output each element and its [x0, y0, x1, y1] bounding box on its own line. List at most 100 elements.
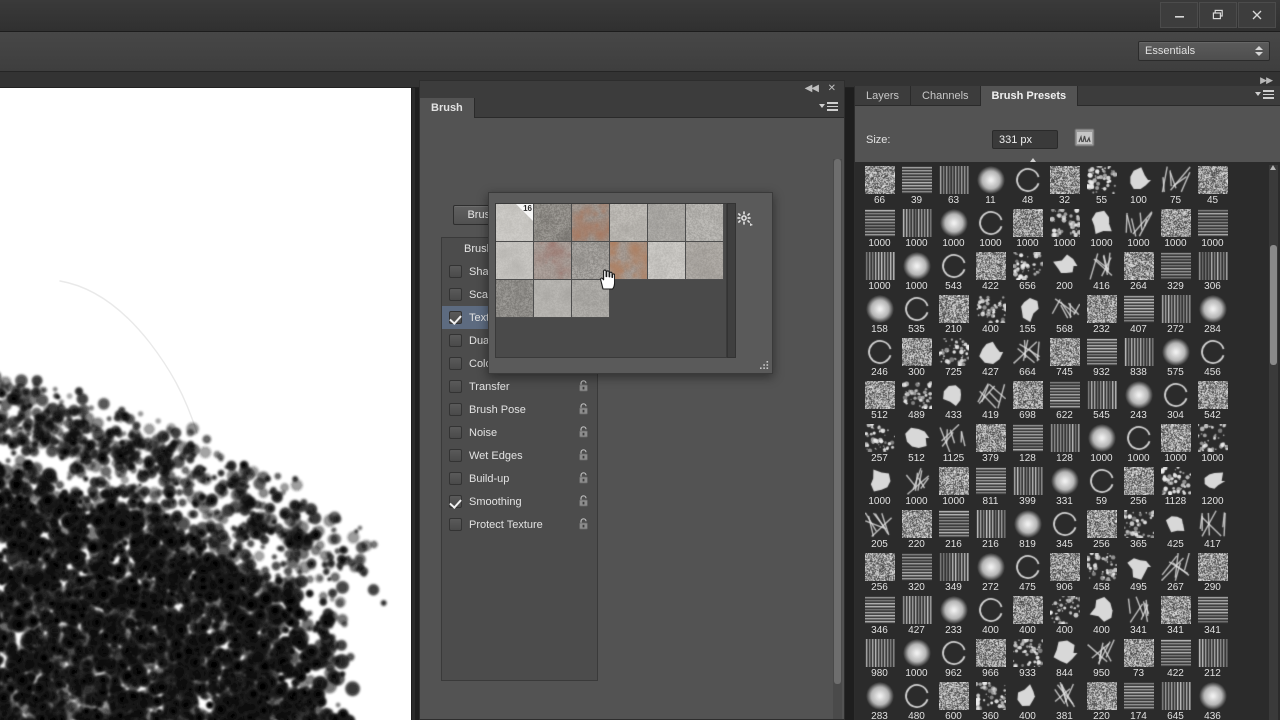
minimize-button[interactable] — [1160, 2, 1198, 28]
brush-preset-item[interactable]: 329 — [1157, 251, 1194, 294]
brush-preset-item[interactable]: 210 — [935, 294, 972, 337]
brush-preset-item[interactable]: 819 — [1009, 509, 1046, 552]
texture-swatch[interactable] — [610, 242, 648, 280]
brush-preset-item[interactable]: 622 — [1046, 380, 1083, 423]
brush-preset-item[interactable]: 346 — [861, 595, 898, 638]
brush-preset-item[interactable]: 63 — [935, 165, 972, 208]
brush-preset-item[interactable]: 433 — [935, 380, 972, 423]
brush-preset-item[interactable]: 745 — [1046, 337, 1083, 380]
brush-preset-item[interactable]: 345 — [1046, 509, 1083, 552]
brush-preset-item[interactable]: 1000 — [861, 466, 898, 509]
brush-panel-scrollbar[interactable] — [833, 159, 842, 719]
brush-preset-item[interactable]: 400 — [1009, 681, 1046, 720]
texture-swatch[interactable]: 16 — [496, 204, 534, 242]
brush-preset-item[interactable]: 55 — [1083, 165, 1120, 208]
brush-preset-item[interactable]: 456 — [1194, 337, 1231, 380]
brush-manager-icon[interactable] — [1074, 127, 1095, 148]
brush-preset-item[interactable]: 427 — [972, 337, 1009, 380]
brush-preset-item[interactable]: 75 — [1157, 165, 1194, 208]
texture-swatch[interactable] — [496, 242, 534, 280]
brush-preset-item[interactable]: 400 — [1046, 595, 1083, 638]
brush-preset-item[interactable]: 950 — [1083, 638, 1120, 681]
brush-preset-item[interactable]: 906 — [1046, 552, 1083, 595]
brush-panel-menu-icon[interactable] — [819, 102, 838, 111]
brush-preset-item[interactable]: 73 — [1120, 638, 1157, 681]
brush-preset-item[interactable]: 419 — [972, 380, 1009, 423]
lock-icon[interactable] — [578, 518, 589, 530]
brush-preset-item[interactable]: 838 — [1120, 337, 1157, 380]
restore-button[interactable] — [1199, 2, 1237, 28]
brush-preset-item[interactable]: 1128 — [1157, 466, 1194, 509]
brush-preset-item[interactable]: 128 — [1046, 423, 1083, 466]
brush-preset-item[interactable]: 512 — [898, 423, 935, 466]
brush-preset-item[interactable]: 284 — [1194, 294, 1231, 337]
brush-preset-item[interactable]: 400 — [972, 294, 1009, 337]
option-checkbox[interactable] — [449, 334, 462, 347]
option-checkbox[interactable] — [449, 380, 462, 393]
brush-preset-item[interactable]: 545 — [1083, 380, 1120, 423]
brush-preset-item[interactable]: 381 — [1046, 681, 1083, 720]
tab-brush-presets[interactable]: Brush Presets — [980, 86, 1079, 106]
option-checkbox[interactable] — [449, 472, 462, 485]
texture-swatch[interactable] — [534, 242, 572, 280]
brush-option-smoothing[interactable]: Smoothing — [442, 490, 597, 513]
brush-preset-item[interactable]: 480 — [898, 681, 935, 720]
brush-preset-item[interactable]: 379 — [972, 423, 1009, 466]
brush-preset-item[interactable]: 1000 — [898, 208, 935, 251]
brush-preset-item[interactable]: 422 — [1157, 638, 1194, 681]
brush-preset-item[interactable]: 475 — [1009, 552, 1046, 595]
brush-preset-item[interactable]: 272 — [1157, 294, 1194, 337]
brush-preset-item[interactable]: 216 — [935, 509, 972, 552]
texture-swatch[interactable] — [572, 204, 610, 242]
brush-preset-item[interactable]: 59 — [1083, 466, 1120, 509]
brush-preset-item[interactable]: 306 — [1194, 251, 1231, 294]
brush-preset-item[interactable]: 568 — [1046, 294, 1083, 337]
brush-preset-item[interactable]: 1000 — [1083, 208, 1120, 251]
brush-preset-item[interactable]: 1000 — [1046, 208, 1083, 251]
brush-preset-item[interactable]: 341 — [1194, 595, 1231, 638]
brush-preset-item[interactable]: 1125 — [935, 423, 972, 466]
lock-icon[interactable] — [578, 472, 589, 484]
brush-preset-item[interactable]: 495 — [1120, 552, 1157, 595]
brush-preset-item[interactable]: 458 — [1083, 552, 1120, 595]
brush-preset-item[interactable]: 400 — [1009, 595, 1046, 638]
texture-grid-scrollbar[interactable] — [727, 203, 736, 358]
brush-preset-item[interactable]: 1000 — [898, 251, 935, 294]
tab-layers[interactable]: Layers — [855, 86, 912, 106]
brush-preset-item[interactable]: 542 — [1194, 380, 1231, 423]
brush-preset-item[interactable]: 416 — [1083, 251, 1120, 294]
texture-swatch[interactable] — [686, 242, 724, 280]
brush-preset-item[interactable]: 246 — [861, 337, 898, 380]
lock-icon[interactable] — [578, 449, 589, 461]
brush-preset-item[interactable]: 243 — [1120, 380, 1157, 423]
brush-preset-item[interactable]: 811 — [972, 466, 1009, 509]
brush-preset-item[interactable]: 1000 — [1083, 423, 1120, 466]
option-checkbox[interactable] — [449, 403, 462, 416]
brush-preset-item[interactable]: 535 — [898, 294, 935, 337]
brush-preset-item[interactable]: 422 — [972, 251, 1009, 294]
texture-swatch[interactable] — [610, 204, 648, 242]
brush-preset-item[interactable]: 233 — [935, 595, 972, 638]
brush-preset-item[interactable]: 1000 — [861, 208, 898, 251]
brush-preset-item[interactable]: 425 — [1157, 509, 1194, 552]
brush-preset-item[interactable]: 1000 — [1120, 423, 1157, 466]
brush-preset-item[interactable]: 220 — [1083, 681, 1120, 720]
brush-preset-item[interactable]: 264 — [1120, 251, 1157, 294]
brush-preset-item[interactable]: 331 — [1046, 466, 1083, 509]
brush-preset-item[interactable]: 1000 — [1157, 208, 1194, 251]
lock-icon[interactable] — [578, 403, 589, 415]
brush-preset-item[interactable]: 158 — [861, 294, 898, 337]
brush-preset-item[interactable]: 1000 — [861, 251, 898, 294]
brush-preset-item[interactable]: 100 — [1120, 165, 1157, 208]
lock-icon[interactable] — [578, 426, 589, 438]
brush-preset-item[interactable]: 155 — [1009, 294, 1046, 337]
brush-preset-item[interactable]: 1000 — [898, 466, 935, 509]
dock-scrollbar[interactable] — [1269, 165, 1278, 720]
texture-picker-popup[interactable]: 16 — [488, 192, 773, 374]
brush-preset-item[interactable]: 212 — [1194, 638, 1231, 681]
option-checkbox[interactable] — [449, 265, 462, 278]
brush-preset-item[interactable]: 360 — [972, 681, 1009, 720]
brush-preset-item[interactable]: 844 — [1046, 638, 1083, 681]
brush-preset-item[interactable]: 66 — [861, 165, 898, 208]
brush-preset-item[interactable]: 365 — [1120, 509, 1157, 552]
